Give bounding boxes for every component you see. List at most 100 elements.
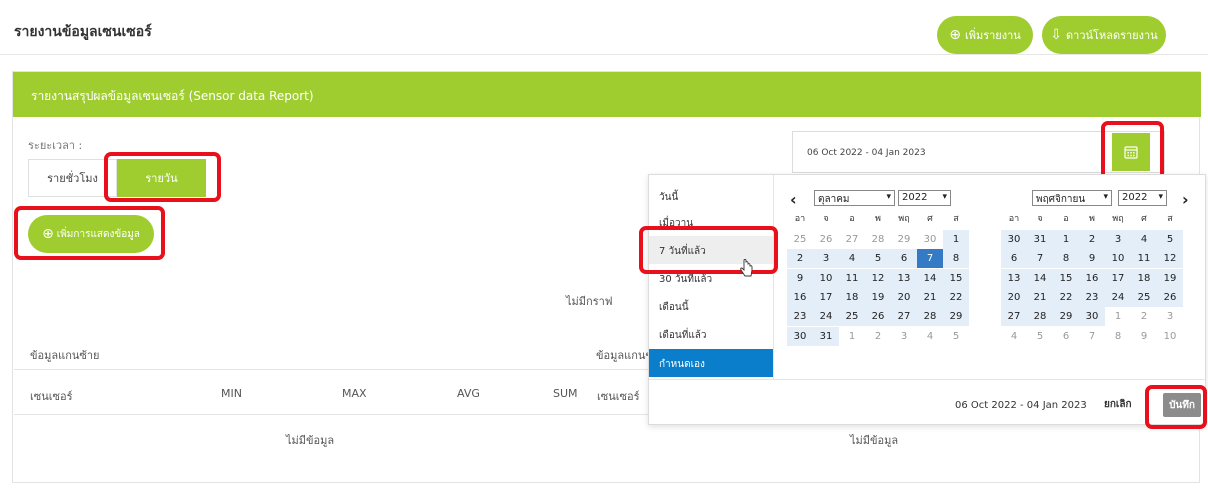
calendar-day[interactable]: 20	[891, 287, 917, 307]
calendar-day[interactable]: 5	[1027, 327, 1053, 346]
calendar-day[interactable]: 15	[943, 268, 969, 288]
calendar-day[interactable]: 2	[865, 327, 891, 346]
left-year-value: 2022	[902, 192, 928, 203]
chevron-right-icon[interactable]: ›	[1182, 190, 1189, 209]
calendar-day[interactable]: 4	[1001, 327, 1027, 346]
calendar-day[interactable]: 2	[787, 249, 813, 269]
add-report-button[interactable]: ⊕ เพิ่มรายงาน	[937, 16, 1033, 54]
calendar-day[interactable]: 6	[891, 249, 917, 269]
calendar-day[interactable]: 1	[839, 327, 865, 346]
calendar-day[interactable]: 15	[1053, 268, 1079, 288]
calendar-day[interactable]: 27	[891, 307, 917, 327]
range-item[interactable]: เดือนที่แล้ว	[649, 320, 773, 348]
range-list: วันนี้ เมื่อวาน 7 วันที่แล้ว 30 วันที่แล้วเ…	[649, 175, 773, 379]
calendar-day[interactable]: 4	[839, 249, 865, 269]
calendar-day[interactable]: 22	[943, 287, 969, 307]
calendar-day[interactable]: 9	[1131, 327, 1157, 346]
calendar-day[interactable]: 13	[1001, 268, 1027, 288]
calendar-day[interactable]: 10	[1105, 249, 1131, 269]
range-item[interactable]: เดือนนี้	[649, 292, 773, 320]
chevron-left-icon[interactable]: ‹	[790, 190, 797, 209]
calendar-day[interactable]: 6	[1053, 327, 1079, 346]
calendar-day[interactable]: 17	[1105, 268, 1131, 288]
calendar-day[interactable]: 1	[1105, 307, 1131, 326]
calendar-day[interactable]: 26	[1157, 287, 1183, 307]
calendar-day[interactable]: 3	[891, 327, 917, 346]
calendar-day[interactable]: 7	[1079, 327, 1105, 346]
calendar-day[interactable]: 12	[1157, 249, 1183, 269]
calendar-day[interactable]: 2	[1131, 307, 1157, 326]
calendar-day[interactable]: 26	[865, 307, 891, 327]
calendar-day[interactable]: 25	[839, 307, 865, 327]
calendar-day[interactable]: 31	[813, 326, 839, 346]
calendar-day[interactable]: 7	[917, 249, 943, 269]
calendar-day[interactable]: 12	[865, 268, 891, 288]
calendar-day[interactable]: 17	[813, 287, 839, 307]
calendar-day[interactable]: 27	[1001, 307, 1027, 327]
calendar-day[interactable]: 5	[943, 327, 969, 346]
highlight-7-days	[639, 226, 778, 274]
calendar-day[interactable]: 19	[865, 287, 891, 307]
calendar-day[interactable]: 6	[1001, 249, 1027, 269]
calendar-day[interactable]: 29	[891, 230, 917, 249]
calendar-day[interactable]: 8	[1105, 327, 1131, 346]
calendar-day[interactable]: 16	[787, 287, 813, 307]
calendar-day[interactable]: 28	[1027, 307, 1053, 327]
calendar-day[interactable]: 3	[1105, 230, 1131, 249]
calendar-day[interactable]: 3	[813, 249, 839, 269]
calendar-day[interactable]: 22	[1053, 287, 1079, 307]
calendar-day[interactable]: 4	[917, 327, 943, 346]
calendar-day[interactable]: 28	[917, 307, 943, 327]
calendar-day[interactable]: 2	[1079, 230, 1105, 249]
calendar-day[interactable]: 20	[1001, 287, 1027, 307]
calendar-day[interactable]: 28	[865, 230, 891, 249]
calendar-day[interactable]: 21	[917, 287, 943, 307]
calendar-day[interactable]: 18	[1131, 268, 1157, 288]
calendar-day[interactable]: 1	[1053, 230, 1079, 249]
range-item[interactable]: วันนี้	[649, 182, 773, 210]
calendar-day[interactable]: 16	[1079, 268, 1105, 288]
right-year-select[interactable]: 2022 ▾	[1118, 190, 1167, 206]
calendar-day[interactable]: 10	[813, 268, 839, 288]
calendar-day[interactable]: 11	[839, 268, 865, 288]
calendar-day[interactable]: 25	[1131, 287, 1157, 307]
calendar-day[interactable]: 30	[1001, 230, 1027, 249]
calendar-day[interactable]: 11	[1131, 249, 1157, 269]
calendar-day[interactable]: 3	[1157, 307, 1183, 326]
calendar-day[interactable]: 26	[813, 230, 839, 249]
calendar-day[interactable]: 8	[943, 249, 969, 269]
calendar-day[interactable]: 24	[1105, 287, 1131, 307]
left-month-select[interactable]: ตุลาคม ▾	[814, 190, 895, 206]
calendar-day[interactable]: 27	[839, 230, 865, 249]
right-month-select[interactable]: พฤศจิกายน ▾	[1032, 190, 1112, 206]
calendar-day[interactable]: 4	[1131, 230, 1157, 249]
cancel-button[interactable]: ยกเลิก	[1104, 397, 1132, 412]
calendar-day[interactable]: 10	[1157, 327, 1183, 346]
calendar-day[interactable]: 30	[917, 230, 943, 249]
calendar-day[interactable]: 8	[1053, 249, 1079, 269]
range-item[interactable]: กำหนดเอง	[649, 349, 773, 377]
calendar-day[interactable]: 29	[1053, 307, 1079, 327]
calendar-day[interactable]: 25	[787, 230, 813, 249]
download-report-button[interactable]: ⇩ ดาวน์โหลดรายงาน	[1042, 16, 1166, 54]
calendar-day[interactable]: 5	[865, 249, 891, 269]
calendar-day[interactable]: 19	[1157, 268, 1183, 288]
left-year-select[interactable]: 2022 ▾	[898, 190, 951, 206]
calendar-day[interactable]: 14	[1027, 268, 1053, 288]
calendar-day[interactable]: 30	[787, 326, 813, 346]
calendar-day[interactable]: 21	[1027, 287, 1053, 307]
calendar-day[interactable]: 7	[1027, 249, 1053, 269]
calendar-day[interactable]: 30	[1079, 307, 1105, 327]
calendar-day[interactable]: 14	[917, 268, 943, 288]
calendar-day[interactable]: 18	[839, 287, 865, 307]
calendar-day[interactable]: 23	[787, 307, 813, 327]
calendar-day[interactable]: 5	[1157, 230, 1183, 249]
calendar-day[interactable]: 29	[943, 307, 969, 327]
calendar-day[interactable]: 23	[1079, 287, 1105, 307]
calendar-day[interactable]: 24	[813, 307, 839, 327]
calendar-day[interactable]: 9	[1079, 249, 1105, 269]
calendar-day[interactable]: 1	[943, 230, 969, 249]
calendar-day[interactable]: 9	[787, 268, 813, 288]
calendar-day[interactable]: 13	[891, 268, 917, 288]
calendar-day[interactable]: 31	[1027, 230, 1053, 249]
